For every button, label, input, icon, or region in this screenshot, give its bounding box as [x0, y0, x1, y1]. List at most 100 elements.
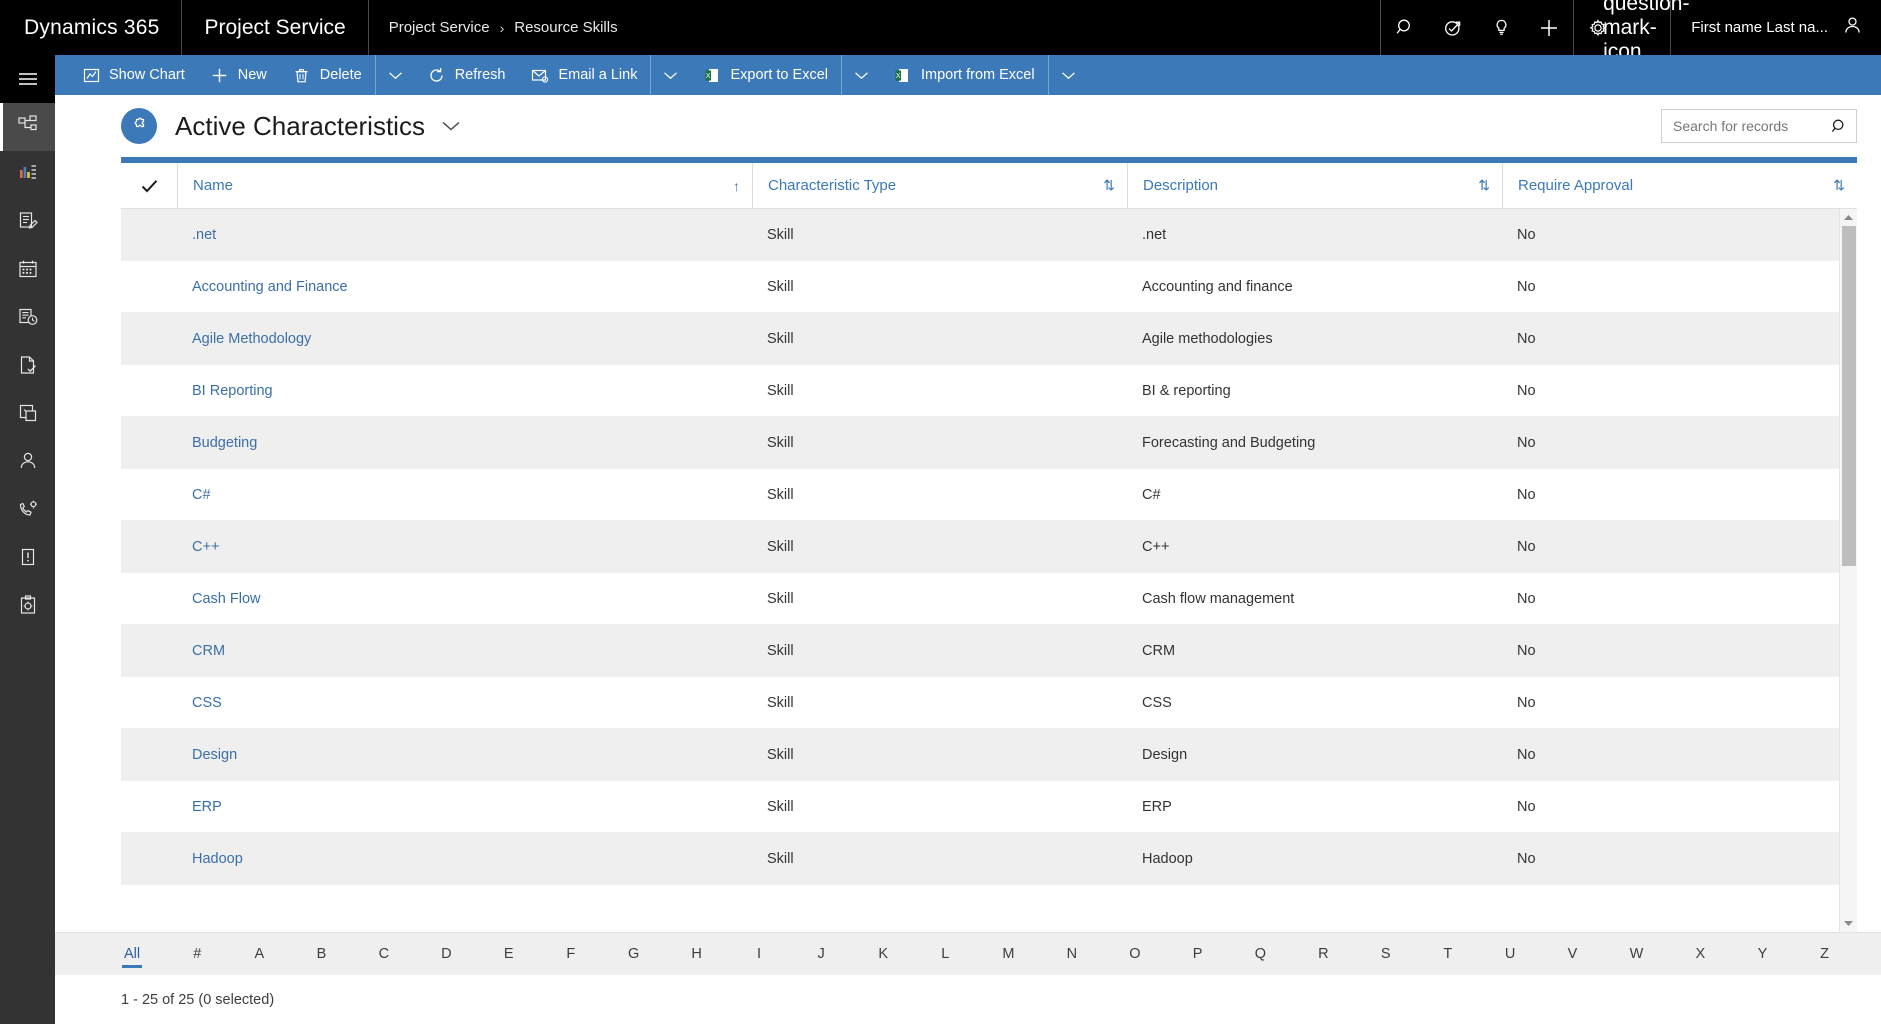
column-header-characteristic-type[interactable]: Characteristic Type ⇅: [752, 163, 1127, 208]
alpha-filter-all[interactable]: All: [121, 944, 143, 964]
alpha-filter-t[interactable]: T: [1440, 944, 1456, 964]
cell-name[interactable]: ERP: [177, 781, 752, 832]
hamburger-menu-icon[interactable]: [0, 55, 55, 103]
row-checkbox[interactable]: [121, 469, 177, 520]
import-from-excel-overflow-caret[interactable]: [1048, 55, 1088, 95]
cell-name[interactable]: Cash Flow: [177, 573, 752, 624]
table-row[interactable]: CSSSkillCSSNo: [121, 677, 1839, 729]
sidebar-item-copy-documents[interactable]: [0, 391, 55, 439]
delete-button[interactable]: Delete: [280, 55, 375, 95]
row-checkbox[interactable]: [121, 365, 177, 416]
column-header-name[interactable]: Name ↑: [177, 163, 752, 208]
cell-name[interactable]: .net: [177, 209, 752, 260]
alpha-filter-q[interactable]: Q: [1252, 944, 1269, 964]
show-chart-button[interactable]: Show Chart: [69, 55, 198, 95]
cell-name[interactable]: Budgeting: [177, 417, 752, 468]
table-row[interactable]: DesignSkillDesignNo: [121, 729, 1839, 781]
scroll-down-arrow[interactable]: [1840, 915, 1858, 932]
sidebar-item-person[interactable]: [0, 439, 55, 487]
alpha-filter-m[interactable]: M: [999, 944, 1017, 964]
export-to-excel-button[interactable]: X Export to Excel: [690, 55, 841, 95]
cell-name[interactable]: BI Reporting: [177, 365, 752, 416]
cell-name[interactable]: CSS: [177, 677, 752, 728]
alpha-filter-d[interactable]: D: [438, 944, 454, 964]
delete-overflow-caret[interactable]: [375, 55, 415, 95]
sidebar-item-calendar[interactable]: [0, 247, 55, 295]
alpha-filter-j[interactable]: J: [813, 944, 829, 964]
cell-name[interactable]: C++: [177, 521, 752, 572]
column-header-require-approval[interactable]: Require Approval ⇅: [1502, 163, 1857, 208]
table-row[interactable]: C#SkillC#No: [121, 469, 1839, 521]
question-mark-icon[interactable]: question-mark-icon: [1622, 0, 1670, 55]
alpha-filter-n[interactable]: N: [1064, 944, 1080, 964]
breadcrumb-item-1[interactable]: Resource Skills: [514, 19, 617, 36]
alpha-filter-o[interactable]: O: [1126, 944, 1143, 964]
new-button[interactable]: New: [198, 55, 280, 95]
alpha-filter-l[interactable]: L: [937, 944, 953, 964]
search-icon[interactable]: [1831, 118, 1848, 135]
check-circle-arrow-icon[interactable]: [1429, 0, 1477, 55]
row-checkbox[interactable]: [121, 625, 177, 676]
select-all-checkbox[interactable]: [121, 163, 177, 208]
alpha-filter-c[interactable]: C: [376, 944, 392, 964]
breadcrumb-item-0[interactable]: Project Service: [389, 19, 490, 36]
sidebar-item-edit-document[interactable]: [0, 199, 55, 247]
alpha-filter-r[interactable]: R: [1315, 944, 1331, 964]
lightbulb-icon[interactable]: [1477, 0, 1525, 55]
search-input[interactable]: [1673, 118, 1831, 134]
table-row[interactable]: BudgetingSkillForecasting and BudgetingN…: [121, 417, 1839, 469]
alpha-filter-a[interactable]: A: [251, 944, 267, 964]
table-row[interactable]: Agile MethodologySkillAgile methodologie…: [121, 313, 1839, 365]
app-name[interactable]: Project Service: [182, 0, 368, 55]
table-row[interactable]: HadoopSkillHadoopNo: [121, 833, 1839, 885]
alpha-filter-x[interactable]: X: [1692, 944, 1708, 964]
cell-name[interactable]: Agile Methodology: [177, 313, 752, 364]
cell-name[interactable]: Accounting and Finance: [177, 261, 752, 312]
cell-name[interactable]: CRM: [177, 625, 752, 676]
dynamics-brand[interactable]: Dynamics 365: [0, 0, 182, 55]
alpha-filter-b[interactable]: B: [313, 944, 329, 964]
import-from-excel-button[interactable]: X Import from Excel: [881, 55, 1048, 95]
row-checkbox[interactable]: [121, 729, 177, 780]
email-a-link-overflow-caret[interactable]: [650, 55, 690, 95]
sidebar-item-activities[interactable]: [0, 295, 55, 343]
table-row[interactable]: BI ReportingSkillBI & reportingNo: [121, 365, 1839, 417]
table-row[interactable]: Cash FlowSkillCash flow managementNo: [121, 573, 1839, 625]
alpha-filter-k[interactable]: K: [875, 944, 891, 964]
table-row[interactable]: .netSkill.netNo: [121, 209, 1839, 261]
sidebar-item-settings-clipboard[interactable]: [0, 583, 55, 631]
grid-vertical-scrollbar[interactable]: [1839, 209, 1857, 932]
scrollbar-thumb[interactable]: [1842, 226, 1856, 566]
refresh-button[interactable]: Refresh: [415, 55, 519, 95]
row-checkbox[interactable]: [121, 313, 177, 364]
table-row[interactable]: CRMSkillCRMNo: [121, 625, 1839, 677]
row-checkbox[interactable]: [121, 781, 177, 832]
cell-name[interactable]: C#: [177, 469, 752, 520]
scrollbar-track[interactable]: [1840, 226, 1858, 915]
search-icon[interactable]: [1381, 0, 1429, 55]
row-checkbox[interactable]: [121, 209, 177, 260]
alpha-filter-p[interactable]: P: [1190, 944, 1206, 964]
row-checkbox[interactable]: [121, 261, 177, 312]
column-header-description[interactable]: Description ⇅: [1127, 163, 1502, 208]
row-checkbox[interactable]: [121, 833, 177, 884]
row-checkbox[interactable]: [121, 417, 177, 468]
table-row[interactable]: Accounting and FinanceSkillAccounting an…: [121, 261, 1839, 313]
alpha-filter-u[interactable]: U: [1502, 944, 1518, 964]
email-a-link-button[interactable]: Email a Link: [518, 55, 650, 95]
cell-name[interactable]: Design: [177, 729, 752, 780]
row-checkbox[interactable]: [121, 521, 177, 572]
chevron-down-icon[interactable]: [441, 120, 461, 132]
alpha-filter-w[interactable]: W: [1627, 944, 1647, 964]
alpha-filter-y[interactable]: Y: [1755, 944, 1771, 964]
sidebar-item-sitemap[interactable]: [0, 103, 55, 151]
user-menu[interactable]: First name Last na...: [1671, 0, 1881, 55]
sidebar-item-alerts[interactable]: [0, 535, 55, 583]
sidebar-item-dashboards[interactable]: [0, 151, 55, 199]
scroll-up-arrow[interactable]: [1840, 209, 1858, 226]
export-to-excel-overflow-caret[interactable]: [841, 55, 881, 95]
alpha-filter-s[interactable]: S: [1378, 944, 1394, 964]
row-checkbox[interactable]: [121, 573, 177, 624]
table-row[interactable]: C++SkillC++No: [121, 521, 1839, 573]
plus-icon[interactable]: [1525, 0, 1573, 55]
